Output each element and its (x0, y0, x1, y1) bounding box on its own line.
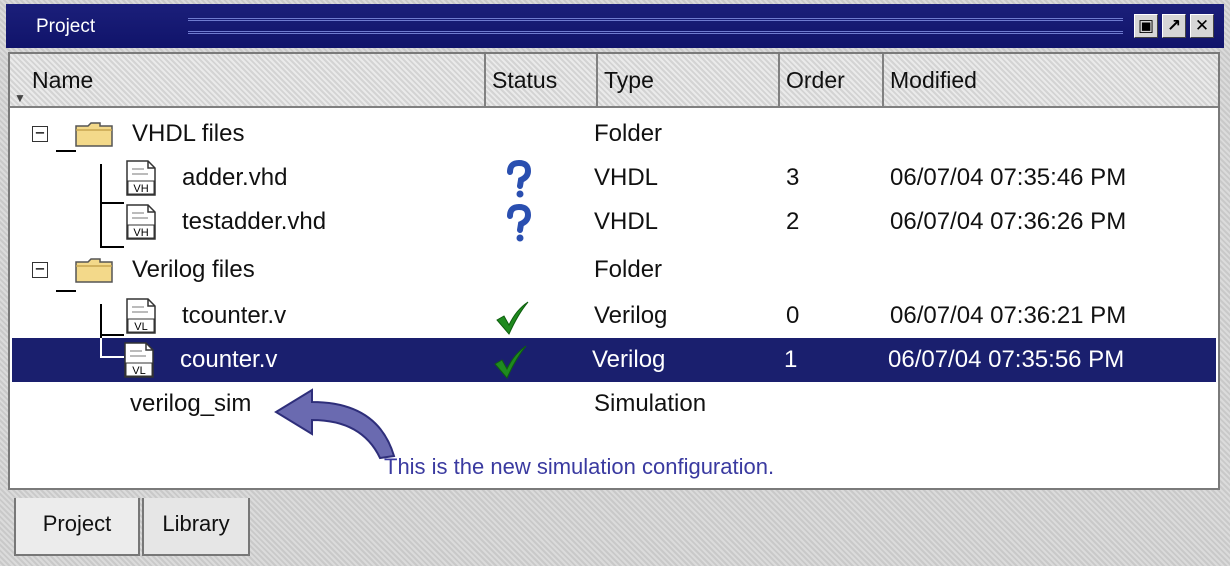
check-icon (496, 301, 529, 335)
column-modified-label: Modified (890, 67, 977, 93)
row-order: 3 (786, 164, 800, 191)
row-name: VHDL files (132, 120, 245, 147)
annotation-arrow (274, 388, 396, 460)
collapse-icon[interactable]: − (32, 261, 48, 278)
row-order: 0 (786, 302, 800, 329)
column-name-label: Name (32, 67, 94, 93)
row-order: 2 (786, 208, 800, 235)
column-type[interactable]: Type (598, 54, 780, 106)
tab-library-label: Library (162, 511, 230, 536)
tree-row-counter-v[interactable]: VL counter.v Verilog 1 06/07/04 07:35:56… (12, 338, 1216, 382)
row-type: VHDL (594, 164, 659, 191)
tab-library[interactable]: Library (142, 498, 250, 556)
close-icon[interactable]: ✕ (1190, 14, 1214, 38)
row-name: testadder.vhd (182, 208, 327, 235)
column-order[interactable]: Order (780, 54, 884, 106)
tree-row-adder-vhd[interactable]: VH adder.vhd VHDL 3 06/07/04 07:35:46 PM (12, 156, 1216, 200)
question-icon (507, 204, 532, 242)
row-modified: 06/07/04 07:36:26 PM (890, 208, 1127, 235)
project-list: ▼ Name Status Type Order Modified − VHDL… (8, 52, 1220, 490)
file-badge: VL (132, 365, 145, 377)
row-name: counter.v (180, 346, 278, 373)
column-name[interactable]: ▼ Name (10, 54, 486, 106)
row-name: adder.vhd (182, 164, 288, 191)
question-icon (507, 160, 532, 198)
annotation-text: This is the new simulation configuration… (384, 454, 775, 479)
row-name: verilog_sim (130, 390, 252, 417)
row-name: Verilog files (132, 256, 255, 283)
vhdl-file-icon: VH (126, 160, 156, 196)
row-type: Folder (594, 256, 663, 283)
row-type: Verilog (592, 346, 666, 373)
row-name: tcounter.v (182, 302, 287, 329)
check-icon (494, 345, 527, 379)
tree-line (100, 356, 124, 358)
tab-bar: Project Library (0, 492, 1230, 566)
file-badge: VH (133, 227, 148, 239)
undock-icon[interactable]: ↗ (1162, 14, 1186, 38)
restore-icon[interactable]: ▣ (1134, 14, 1158, 38)
file-badge: VH (133, 183, 148, 195)
vhdl-file-icon: VH (126, 204, 156, 240)
row-type: Folder (594, 120, 663, 147)
row-modified: 06/07/04 07:35:46 PM (890, 164, 1127, 191)
row-modified: 06/07/04 07:35:56 PM (888, 346, 1125, 373)
row-type: VHDL (594, 208, 659, 235)
column-modified[interactable]: Modified (884, 54, 1218, 106)
column-header: ▼ Name Status Type Order Modified (10, 54, 1218, 108)
column-type-label: Type (604, 67, 654, 93)
tree-line (100, 338, 102, 358)
drag-grip[interactable] (188, 18, 1123, 34)
tree-row-vhdl-files[interactable]: − VHDL files Folder (12, 112, 1216, 156)
folder-icon (75, 258, 113, 283)
row-type: Verilog (594, 302, 668, 329)
title-bar[interactable]: Project ▣ ↗ ✕ (6, 4, 1224, 48)
folder-icon (75, 122, 113, 147)
row-type: Simulation (594, 390, 707, 417)
column-order-label: Order (786, 67, 845, 93)
tree-row-verilog-files[interactable]: − Verilog files Folder (12, 248, 1216, 292)
row-modified: 06/07/04 07:36:21 PM (890, 302, 1127, 329)
tree-row-verilog-sim[interactable]: verilog_sim Simulation (12, 382, 1216, 426)
tree-row-testadder-vhd[interactable]: VH testadder.vhd VHDL 2 06/07/04 07:36:2… (12, 200, 1216, 244)
tree-row-tcounter-v[interactable]: VL tcounter.v Verilog 0 06/07/04 07:36:2… (12, 294, 1216, 338)
tab-project-label: Project (42, 511, 112, 536)
collapse-icon[interactable]: − (32, 125, 48, 142)
tab-project[interactable]: Project (14, 498, 140, 556)
verilog-file-icon: VL (126, 298, 156, 334)
verilog-file-icon: VL (124, 342, 154, 378)
file-badge: VL (134, 321, 147, 333)
project-window: Project ▣ ↗ ✕ ▼ Name Status Type Order M… (0, 0, 1230, 566)
window-title: Project (36, 16, 96, 37)
row-order: 1 (784, 346, 798, 373)
column-status[interactable]: Status (486, 54, 598, 106)
column-status-label: Status (492, 67, 558, 93)
